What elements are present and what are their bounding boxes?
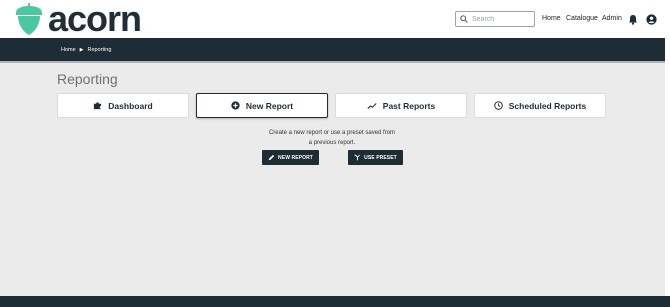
nav-home-link[interactable]: Home [542, 14, 561, 23]
description-line-1: Create a new report or use a preset save… [268, 130, 396, 136]
account-circle-icon [645, 13, 657, 25]
plus-circle-icon [231, 101, 240, 110]
nav-catalogue-link[interactable]: Catalogue [566, 14, 598, 23]
scrollbar-track[interactable] [665, 38, 670, 300]
use-preset-button[interactable]: USE PRESET [348, 150, 403, 165]
brand-logo[interactable]: acorn [14, 0, 142, 39]
merge-icon [354, 154, 361, 161]
pencil-icon [268, 154, 275, 161]
search-input[interactable] [472, 15, 532, 23]
tab-label: New Report [245, 100, 294, 111]
tab-new-report[interactable]: New Report [196, 93, 328, 118]
breadcrumb-current: Reporting [87, 47, 112, 53]
new-report-description: Create a new report or use a preset save… [262, 128, 402, 148]
nav-admin-link[interactable]: Admin [602, 14, 622, 23]
breadcrumb: Home ▶ Reporting [61, 47, 111, 54]
tab-label: Past Reports [382, 100, 436, 111]
trend-icon [367, 102, 377, 110]
tab-dashboard[interactable]: Dashboard [57, 93, 189, 118]
tab-label: Scheduled Reports [508, 100, 587, 111]
footer-bar [0, 296, 670, 307]
new-report-button[interactable]: NEW REPORT [262, 150, 319, 165]
tab-scheduled-reports[interactable]: Scheduled Reports [474, 93, 606, 118]
notifications-button[interactable] [627, 13, 639, 25]
clock-icon [493, 101, 503, 110]
search-icon [460, 15, 468, 23]
bell-icon [629, 14, 637, 25]
tab-past-reports[interactable]: Past Reports [335, 93, 467, 118]
use-preset-button-label: USE PRESET [364, 154, 397, 161]
search-box[interactable] [455, 11, 535, 27]
acorn-icon [16, 2, 42, 35]
puzzle-icon [93, 101, 102, 110]
breadcrumb-bar: Home ▶ Reporting [0, 38, 665, 63]
breadcrumb-separator-icon: ▶ [79, 47, 84, 53]
new-report-button-label: NEW REPORT [278, 154, 313, 161]
brand-name: acorn [48, 0, 142, 39]
description-line-2: a previous report. [308, 140, 356, 146]
account-button[interactable] [645, 13, 657, 25]
breadcrumb-home-link[interactable]: Home [61, 47, 76, 54]
top-navigation-bar: acorn Home Catalogue Admin [0, 0, 670, 38]
page-title: Reporting [57, 71, 118, 87]
tab-label: Dashboard [108, 100, 153, 111]
